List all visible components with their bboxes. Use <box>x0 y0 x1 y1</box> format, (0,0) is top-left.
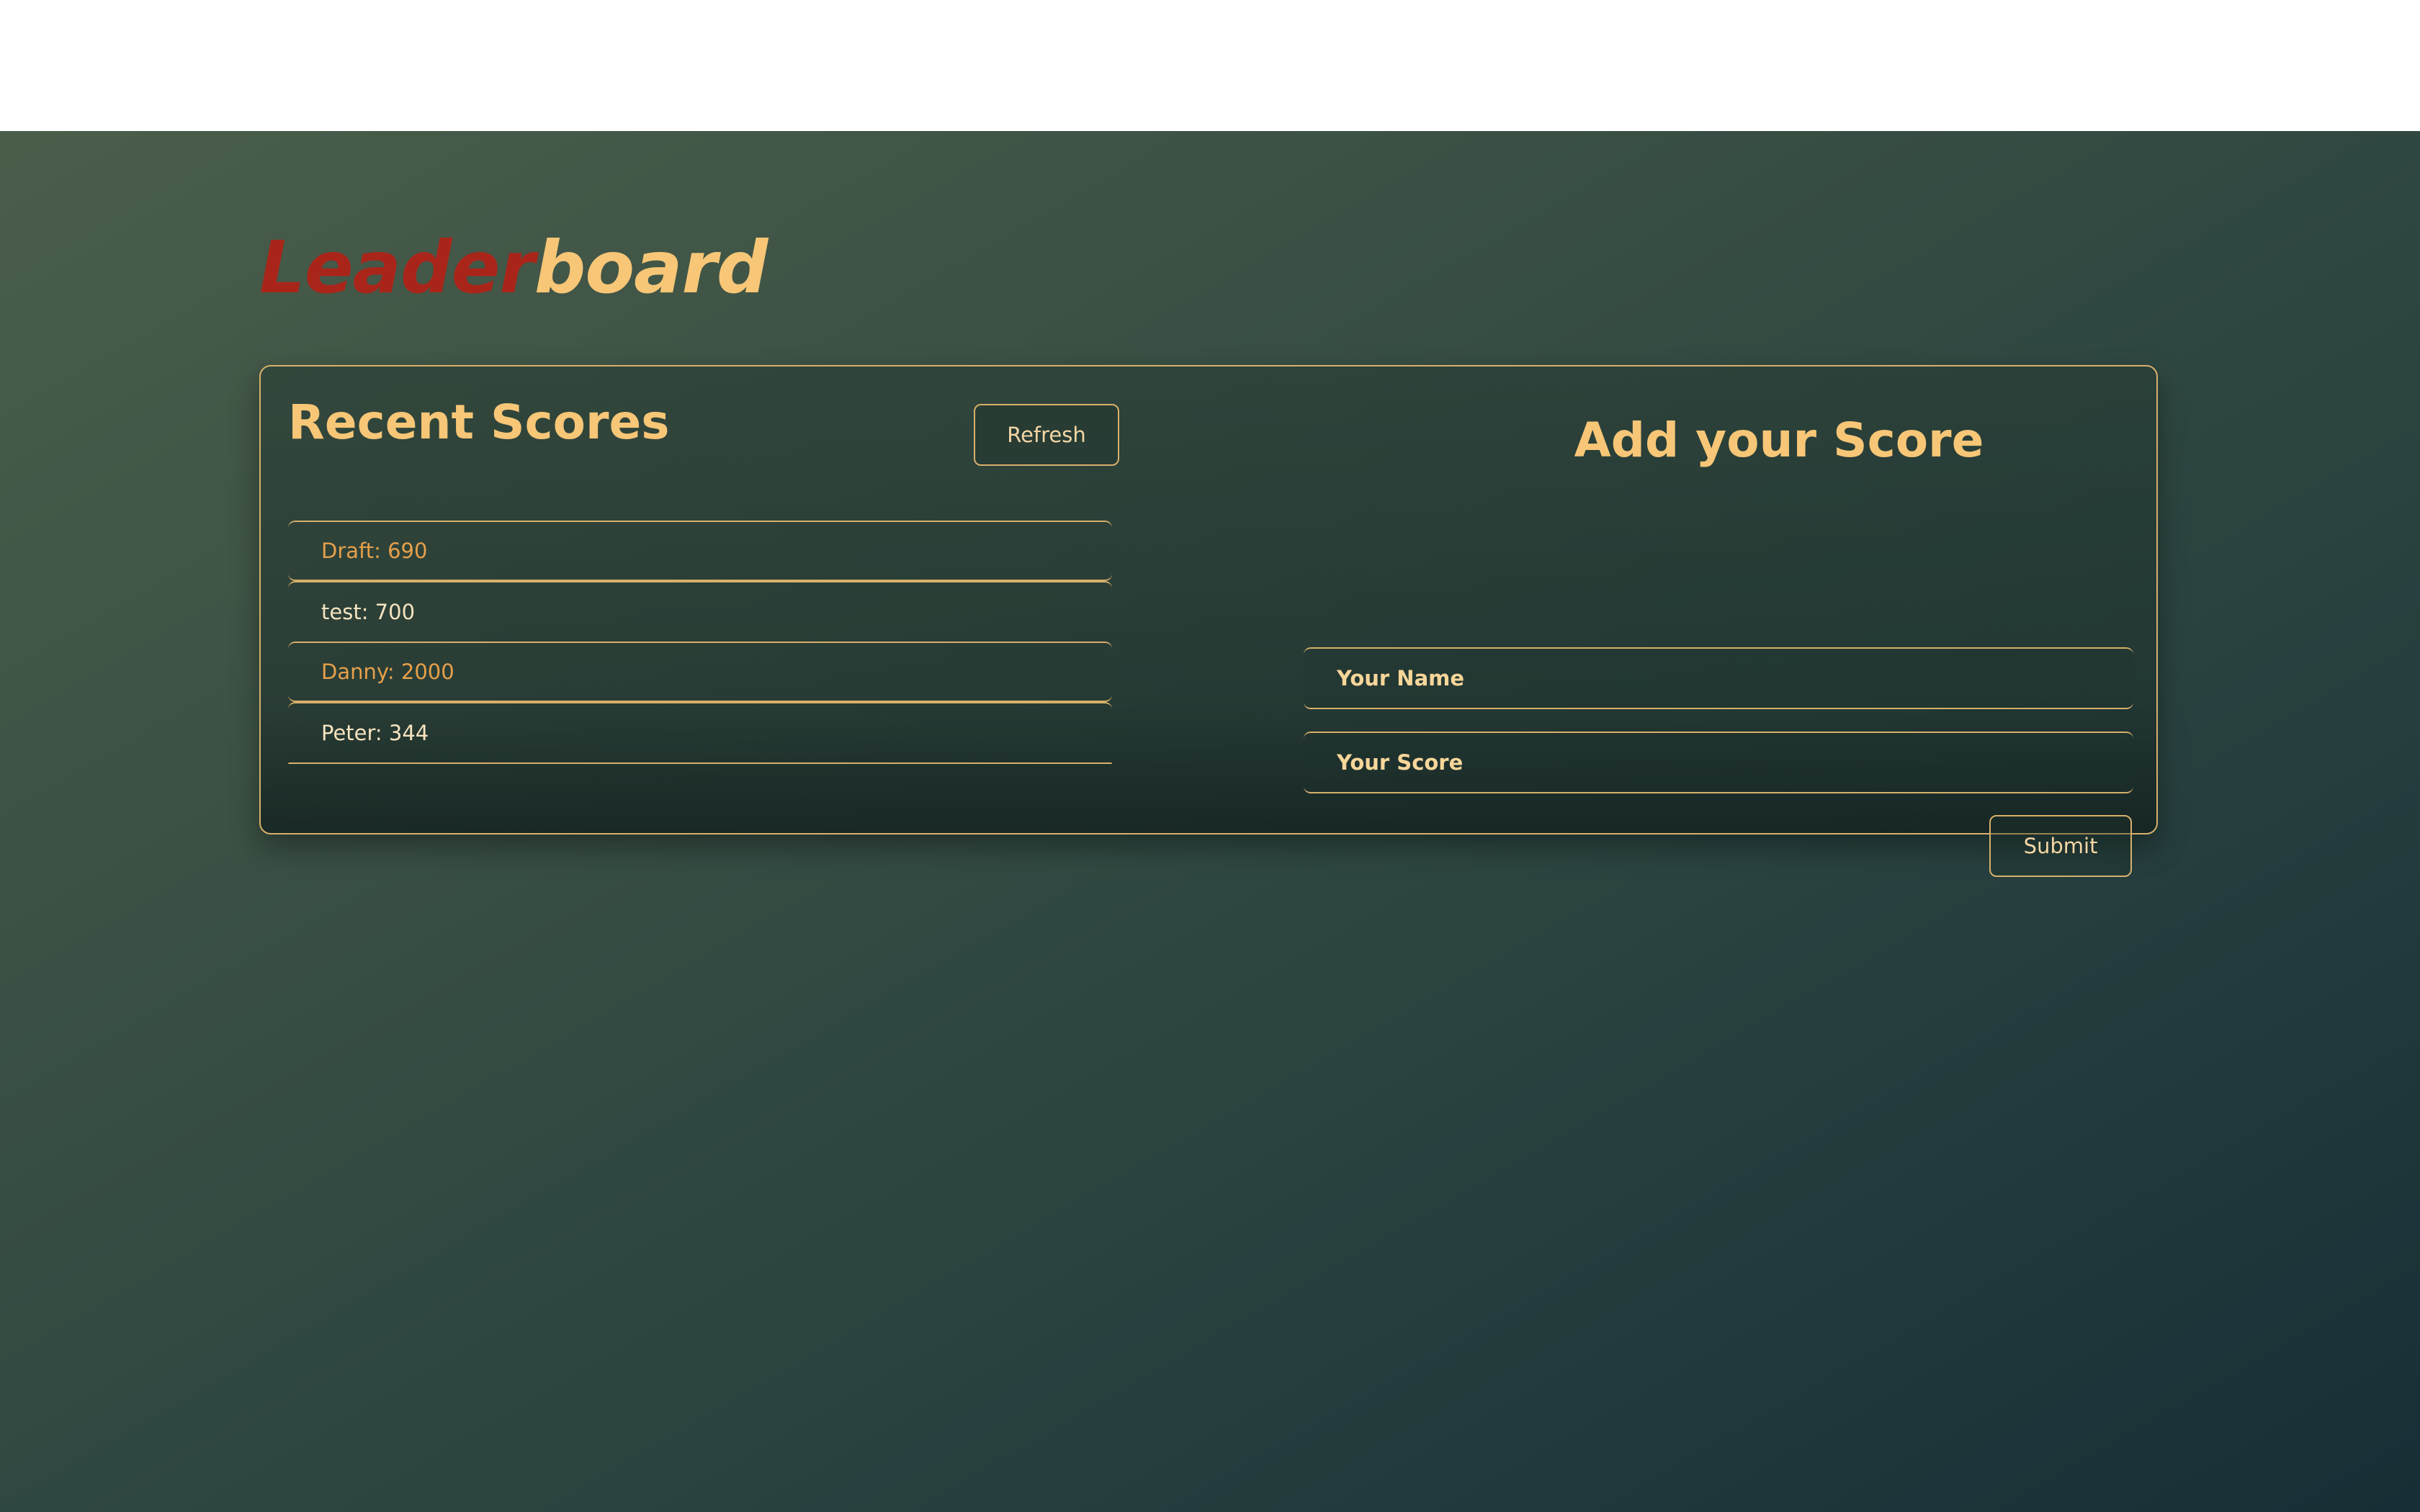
score-entry: Danny: 2000 <box>321 660 454 684</box>
score-entry: Draft: 690 <box>321 539 428 563</box>
score-list-divider <box>288 762 1112 764</box>
score-entry: Peter: 344 <box>321 721 429 745</box>
score-row: Draft: 690 <box>288 521 1112 581</box>
score-entry: test: 700 <box>321 600 416 624</box>
score-row: Peter: 344 <box>288 702 1112 762</box>
score-input[interactable] <box>1304 732 2133 793</box>
score-list: Draft: 690 test: 700 Danny: 2000 Peter: … <box>288 521 1112 764</box>
score-row: Danny: 2000 <box>288 642 1112 702</box>
page-title: Leaderboard <box>259 232 768 304</box>
leaderboard-card: Recent Scores Refresh Draft: 690 test: 7… <box>259 365 2158 877</box>
name-input[interactable] <box>1304 647 2133 709</box>
submit-button[interactable]: Submit <box>1989 815 2132 877</box>
recent-scores-title: Recent Scores <box>288 395 670 450</box>
refresh-button[interactable]: Refresh <box>974 404 1119 466</box>
browser-top-area <box>0 0 2420 131</box>
page-title-board: board <box>534 225 768 310</box>
page-title-leader: Leader <box>259 225 535 310</box>
add-score-title: Add your Score <box>1574 413 1984 468</box>
score-row: test: 700 <box>288 581 1112 642</box>
leaderboard-page: Leaderboard Recent Scores Refresh Draft:… <box>0 131 2420 1512</box>
